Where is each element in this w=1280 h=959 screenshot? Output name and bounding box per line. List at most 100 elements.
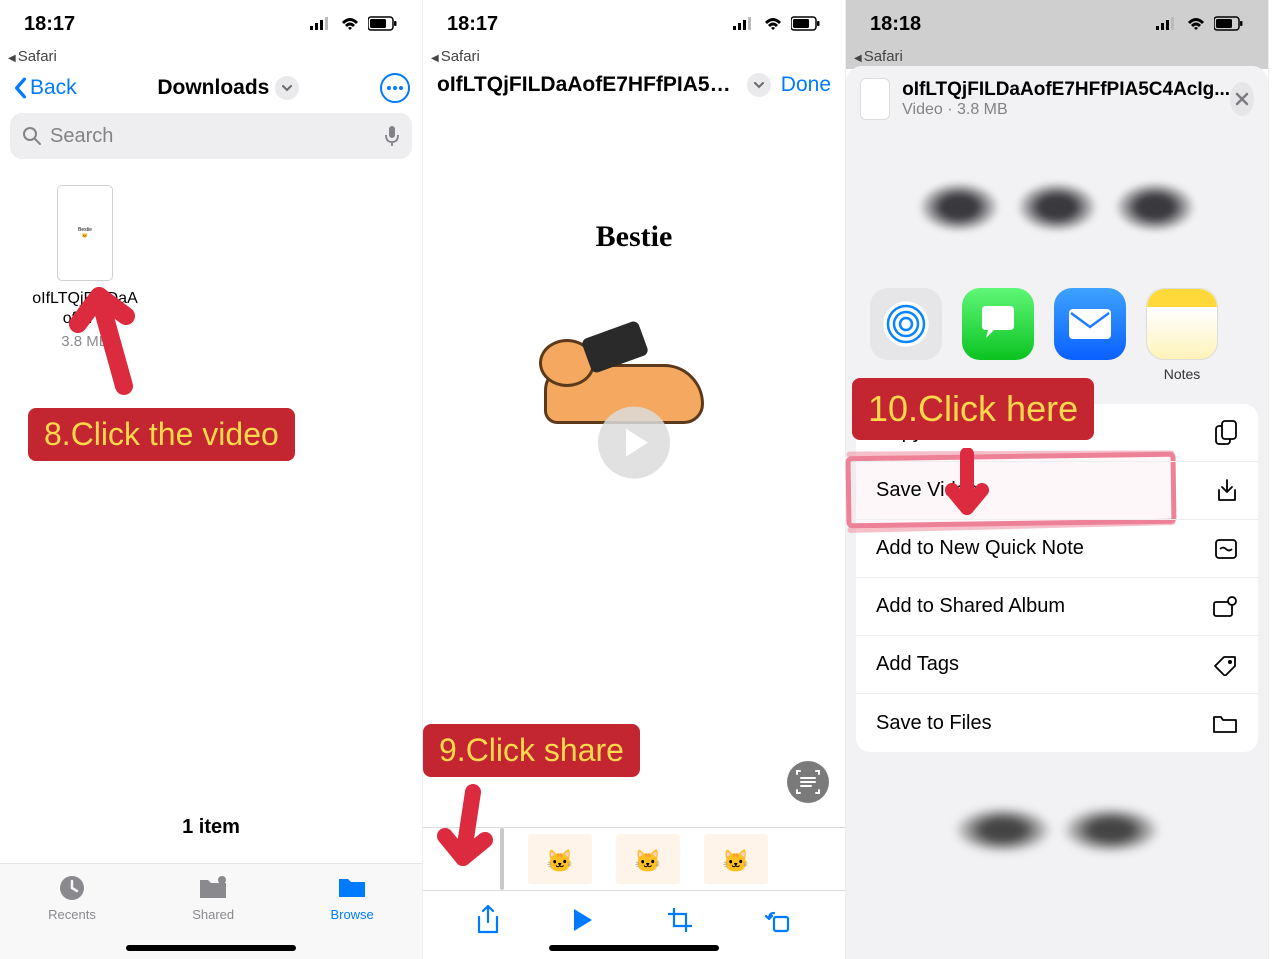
live-text-icon bbox=[787, 761, 829, 803]
cellular-icon bbox=[733, 17, 755, 31]
share-subtitle: Video · 3.8 MB bbox=[902, 101, 1230, 119]
done-button[interactable]: Done bbox=[781, 73, 831, 97]
copy-icon bbox=[1214, 420, 1238, 446]
rotate-icon bbox=[765, 906, 793, 934]
home-indicator bbox=[126, 945, 296, 951]
folder-person-icon bbox=[192, 874, 234, 904]
battery-icon bbox=[791, 16, 821, 32]
chevron-left-icon bbox=[12, 77, 28, 99]
action-label: Add Tags bbox=[876, 653, 959, 676]
search-placeholder: Search bbox=[50, 125, 113, 148]
action-add-tags[interactable]: Add Tags bbox=[856, 636, 1258, 694]
search-icon bbox=[22, 126, 42, 146]
preview-toolbar bbox=[423, 904, 845, 941]
status-time: 18:17 bbox=[447, 13, 498, 36]
search-input[interactable]: Search bbox=[10, 113, 412, 159]
close-icon bbox=[1235, 92, 1249, 106]
mic-icon[interactable] bbox=[384, 125, 400, 147]
wifi-icon bbox=[1186, 16, 1206, 32]
share-filename: oIfLTQjFILDaAofE7HFfPIA5C4AcIg... bbox=[902, 79, 1230, 101]
app-messages[interactable] bbox=[962, 288, 1034, 382]
more-button[interactable] bbox=[380, 73, 410, 103]
status-bar: 18:18 bbox=[846, 0, 1268, 48]
play-icon bbox=[572, 907, 594, 933]
back-button[interactable]: Back bbox=[12, 76, 77, 100]
filmstrip-frame bbox=[616, 834, 680, 884]
back-to-safari[interactable]: Safari bbox=[0, 48, 422, 69]
action-label: Add to New Quick Note bbox=[876, 537, 1084, 560]
annotation-arrow-10 bbox=[942, 448, 992, 528]
crop-icon bbox=[666, 906, 694, 934]
messages-icon bbox=[962, 288, 1034, 360]
share-icon bbox=[475, 904, 501, 936]
folder-icon bbox=[1212, 712, 1238, 734]
action-shared-album[interactable]: Add to Shared Album bbox=[856, 578, 1258, 636]
play-button[interactable] bbox=[598, 407, 670, 479]
app-mail[interactable] bbox=[1054, 288, 1126, 382]
status-icons bbox=[733, 16, 821, 32]
tab-browse[interactable]: Browse bbox=[330, 874, 373, 959]
redacted-bottom-row bbox=[846, 760, 1268, 900]
status-icons bbox=[310, 16, 398, 32]
quick-note-icon bbox=[1214, 538, 1238, 560]
action-label: Add to Shared Album bbox=[876, 595, 1065, 618]
folder-icon bbox=[330, 874, 373, 904]
status-icons bbox=[1156, 16, 1244, 32]
cellular-icon bbox=[1156, 17, 1178, 31]
action-save-video[interactable]: Save Video bbox=[856, 462, 1258, 520]
action-label: Save to Files bbox=[876, 712, 992, 735]
mail-icon bbox=[1054, 288, 1126, 360]
status-bar: 18:17 bbox=[423, 0, 845, 48]
title-dropdown[interactable] bbox=[275, 76, 299, 100]
action-quick-note[interactable]: Add to New Quick Note bbox=[856, 520, 1258, 578]
status-bar: 18:17 bbox=[0, 0, 422, 48]
annotation-step-8: 8.Click the video bbox=[28, 408, 295, 461]
notes-icon bbox=[1146, 288, 1218, 360]
play-toolbar-button[interactable] bbox=[572, 907, 594, 938]
redacted-contacts-row bbox=[846, 132, 1268, 282]
item-count: 1 item bbox=[0, 816, 422, 839]
nav-bar: oIfLTQjFILDaAofE7HFfPIA5C4A... Done bbox=[423, 69, 845, 107]
share-actions-list: Copy Save Video Add to New Quick Note Ad… bbox=[856, 404, 1258, 752]
filmstrip-frame bbox=[704, 834, 768, 884]
tag-icon bbox=[1212, 654, 1238, 676]
app-airdrop[interactable] bbox=[870, 288, 942, 382]
page-title-group: Downloads bbox=[157, 76, 299, 100]
share-button[interactable] bbox=[475, 904, 501, 941]
status-time: 18:18 bbox=[870, 13, 921, 36]
video-title-text: Bestie bbox=[596, 220, 673, 254]
share-sheet-header: oIfLTQjFILDaAofE7HFfPIA5C4AcIg... Video … bbox=[846, 66, 1268, 132]
annotation-arrow-9 bbox=[433, 784, 503, 884]
ellipsis-icon bbox=[387, 86, 403, 90]
panel-files-list: 18:17 Safari Back Downloads Search bbox=[0, 0, 423, 959]
wifi-icon bbox=[340, 16, 360, 32]
action-save-files[interactable]: Save to Files bbox=[856, 694, 1258, 752]
tab-label: Recents bbox=[48, 907, 96, 922]
annotation-step-10: 10.Click here bbox=[852, 378, 1094, 440]
back-label: Back bbox=[30, 76, 77, 100]
video-canvas[interactable]: Bestie bbox=[423, 107, 845, 807]
tab-label: Shared bbox=[192, 907, 234, 922]
nav-bar: Back Downloads bbox=[0, 69, 422, 113]
annotation-arrow-8 bbox=[64, 276, 164, 396]
crop-button[interactable] bbox=[666, 906, 694, 939]
file-title: oIfLTQjFILDaAofE7HFfPIA5C4A... bbox=[437, 73, 737, 97]
battery-icon bbox=[1214, 16, 1244, 32]
title-dropdown[interactable] bbox=[747, 73, 771, 97]
app-notes[interactable]: Notes bbox=[1146, 288, 1218, 382]
close-button[interactable] bbox=[1230, 82, 1254, 116]
annotation-step-9: 9.Click share bbox=[423, 724, 640, 777]
airdrop-icon bbox=[870, 288, 942, 360]
panel-share-sheet: 18:18 Safari oIfLTQjFILDaAofE7HFfPIA5C4A… bbox=[846, 0, 1269, 959]
tab-recents[interactable]: Recents bbox=[48, 874, 96, 959]
filmstrip-frame bbox=[528, 834, 592, 884]
rotate-button[interactable] bbox=[765, 906, 793, 939]
live-text-button[interactable] bbox=[787, 761, 829, 803]
app-label: Notes bbox=[1146, 366, 1218, 382]
page-title: Downloads bbox=[157, 76, 269, 100]
clock-icon bbox=[48, 874, 96, 904]
share-sheet: oIfLTQjFILDaAofE7HFfPIA5C4AcIg... Video … bbox=[846, 66, 1268, 959]
chevron-down-icon bbox=[282, 85, 292, 92]
back-to-safari[interactable]: Safari bbox=[423, 48, 845, 69]
tab-label: Browse bbox=[330, 907, 373, 922]
